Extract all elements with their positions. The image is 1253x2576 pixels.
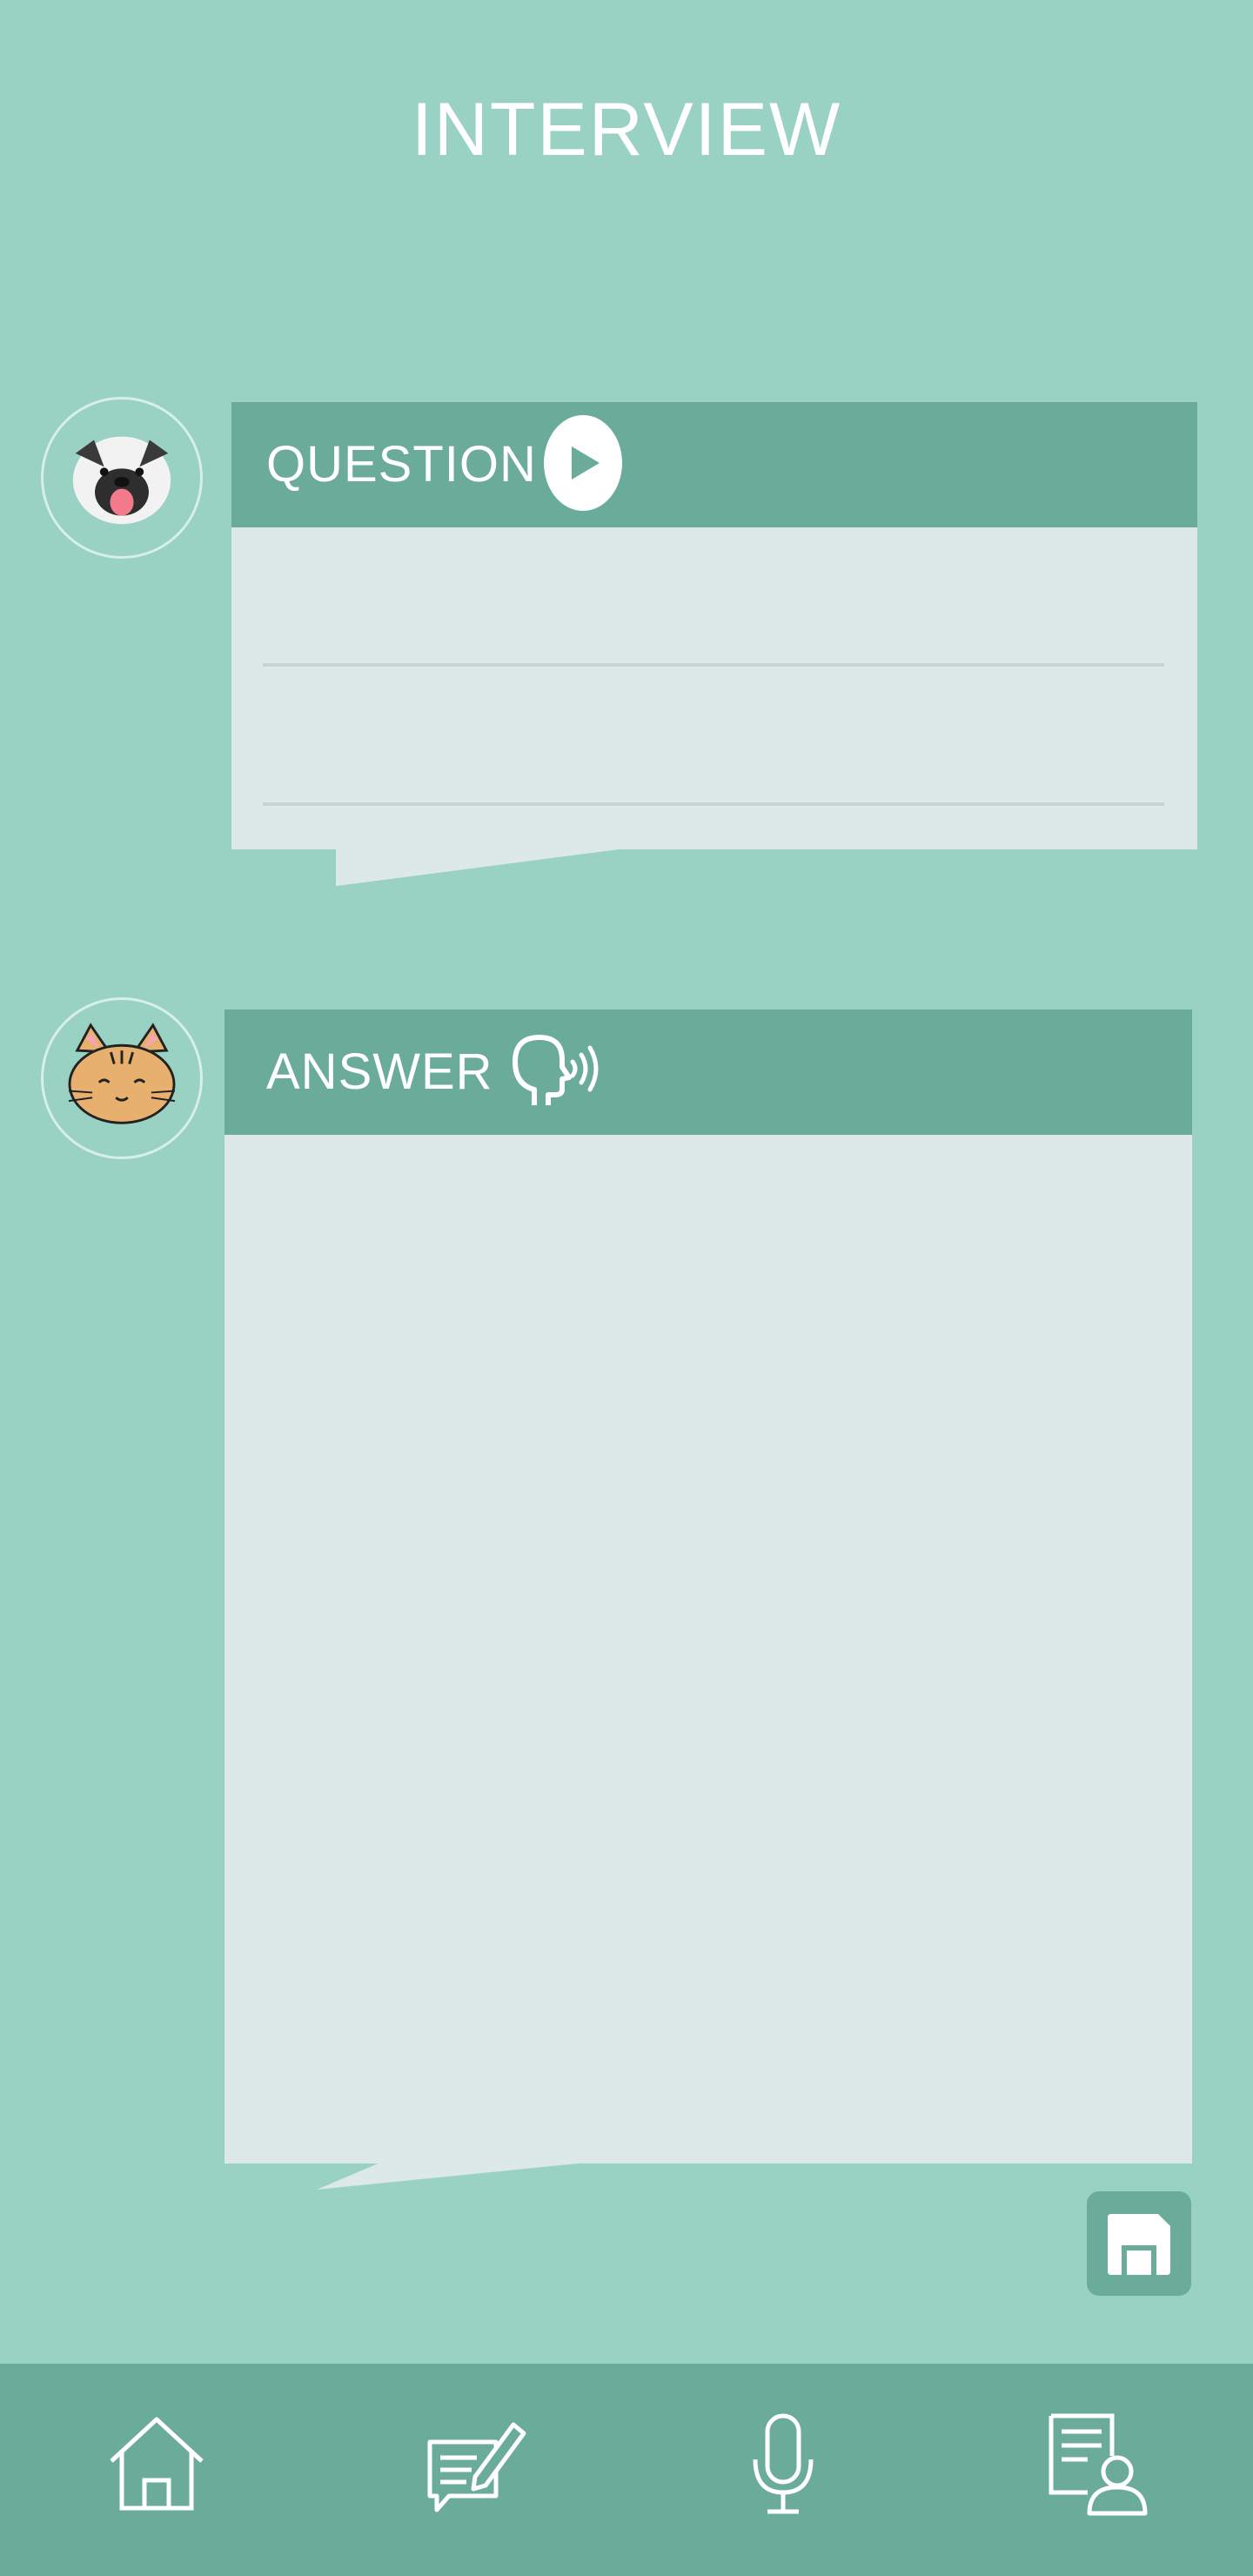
nav-profile[interactable] bbox=[940, 2364, 1253, 2576]
question-label: QUESTION bbox=[266, 436, 537, 493]
answer-text-area[interactable] bbox=[224, 1135, 1192, 2163]
microphone-icon bbox=[753, 2413, 814, 2514]
save-button[interactable] bbox=[1087, 2191, 1191, 2296]
answer-label: ANSWER bbox=[266, 1043, 493, 1100]
interview-screen: INTERVIEW QUESTION ANSWER bbox=[0, 0, 1253, 2576]
user-document-icon bbox=[1049, 2413, 1148, 2516]
nav-write[interactable] bbox=[318, 2364, 632, 2576]
interviewee-avatar bbox=[41, 997, 203, 1159]
edit-message-icon bbox=[427, 2422, 526, 2512]
interviewer-avatar bbox=[41, 397, 203, 559]
answer-card: ANSWER bbox=[224, 1010, 1192, 2190]
nav-home[interactable] bbox=[0, 2364, 313, 2576]
question-bubble-tail bbox=[336, 848, 632, 886]
play-question-button[interactable] bbox=[544, 415, 622, 511]
nav-record[interactable] bbox=[626, 2364, 940, 2576]
question-card: QUESTION bbox=[231, 402, 1197, 886]
home-icon bbox=[110, 2417, 204, 2511]
question-header: QUESTION bbox=[231, 402, 1197, 527]
answer-bubble-tail bbox=[317, 2160, 613, 2190]
dog-avatar-icon bbox=[72, 436, 171, 525]
question-line[interactable] bbox=[263, 663, 1164, 667]
speaking-head-icon[interactable] bbox=[508, 1029, 604, 1116]
play-icon bbox=[572, 446, 600, 480]
question-body bbox=[231, 527, 1197, 849]
cat-avatar-icon bbox=[68, 1023, 176, 1124]
save-icon bbox=[1108, 2214, 1170, 2275]
question-line[interactable] bbox=[263, 802, 1164, 806]
answer-header: ANSWER bbox=[224, 1010, 1192, 1135]
page-title: INTERVIEW bbox=[411, 88, 842, 171]
bottom-nav bbox=[0, 2364, 1253, 2576]
